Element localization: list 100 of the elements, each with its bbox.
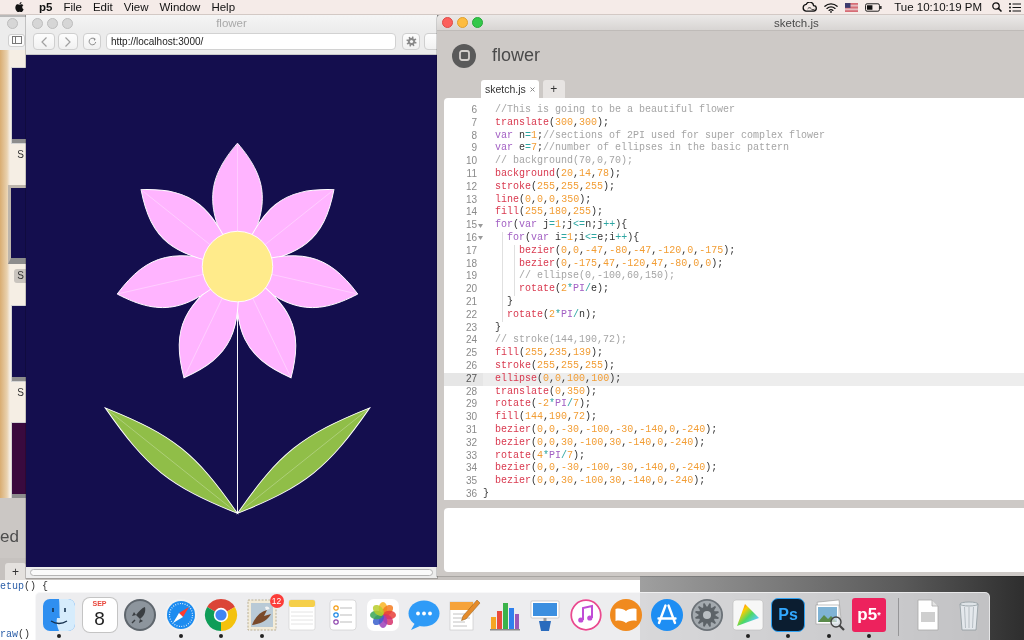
pen-and-paper-icon <box>447 598 481 632</box>
speech-bubble-icon <box>406 598 441 632</box>
code-line: fill(144,190,72); <box>494 411 598 424</box>
sketch-title: ed <box>0 527 19 547</box>
project-title: flower <box>492 45 540 66</box>
menu-item[interactable]: View <box>123 0 149 14</box>
minimize-button[interactable] <box>457 17 468 28</box>
code-line: for(var i=1;i<=e;i++){ <box>483 231 640 245</box>
dock-app-button[interactable] <box>690 598 724 632</box>
thumbnail[interactable] <box>12 68 26 143</box>
dock-app-button[interactable] <box>204 598 238 632</box>
code-line: fill(255,235,139); <box>494 347 604 360</box>
line-number: 7 <box>470 116 478 130</box>
fold-caret-icon[interactable] <box>478 236 483 241</box>
segmented-circle-icon <box>204 598 238 632</box>
code-line: } <box>483 295 513 309</box>
line-number: 22 <box>464 308 478 322</box>
back-button[interactable] <box>33 33 55 50</box>
thumbnail[interactable] <box>8 185 26 264</box>
line-number: 26 <box>464 359 478 373</box>
music-note-icon <box>568 598 603 632</box>
close-icon[interactable] <box>529 86 535 92</box>
line-number: 14 <box>464 206 478 220</box>
prism-icon <box>730 598 765 632</box>
apple-icon[interactable] <box>14 1 24 13</box>
notification-badge: 12 <box>269 594 284 608</box>
code-line: bezier(0,0,-30,-100,-30,-140,0,-240); <box>494 423 718 437</box>
window-title: flower <box>216 17 247 29</box>
close-button[interactable] <box>442 17 453 28</box>
line-number: 31 <box>464 423 478 437</box>
forward-button[interactable] <box>58 33 78 50</box>
code-line: etup() { <box>0 582 49 592</box>
dock-app-button[interactable] <box>244 598 279 632</box>
add-tab-button[interactable]: + <box>5 563 26 580</box>
code-line: rotate(2*PI/n); <box>483 308 598 322</box>
line-number: 34 <box>464 462 478 476</box>
add-tab-button[interactable]: + <box>542 80 565 98</box>
menu-item[interactable]: Edit <box>92 0 113 14</box>
tab[interactable]: sketch.js <box>481 80 539 98</box>
chevron-right-icon <box>65 36 71 47</box>
reload-button[interactable] <box>83 33 101 50</box>
line-number: 24 <box>464 334 478 348</box>
stop-button[interactable] <box>452 43 476 68</box>
menu-item[interactable]: Help <box>211 0 236 14</box>
battery-icon[interactable] <box>865 2 883 12</box>
fold-caret-icon[interactable] <box>478 223 483 228</box>
line-number: 10 <box>464 155 478 168</box>
code-line: stroke(255,255,255); <box>494 359 616 373</box>
code-line: rotate(2*PI/e); <box>483 283 610 296</box>
code-line: } <box>494 321 501 334</box>
dock-app-button[interactable]: Ps <box>771 598 805 632</box>
code-line: stroke(255,255,255); <box>494 180 616 194</box>
thumbnail[interactable] <box>12 306 26 381</box>
menu-item[interactable]: Window <box>159 0 201 14</box>
settings-button[interactable] <box>402 33 420 50</box>
code-line: var e=7;//number of ellipses in the basic pattern <box>494 142 790 155</box>
dock-app-button[interactable] <box>123 598 157 632</box>
dock-app-button[interactable]: p5$^{*}$ <box>852 598 886 632</box>
dock-app-button[interactable] <box>42 598 76 632</box>
line-number: 17 <box>464 244 478 258</box>
search-icon[interactable] <box>992 2 1002 12</box>
code-line: translate(0,350); <box>494 385 598 398</box>
list-icon[interactable] <box>1009 2 1021 12</box>
rocket-icon <box>123 598 157 632</box>
line-number: 29 <box>464 398 478 412</box>
line-number: 8 <box>470 129 478 143</box>
code-line: rotate(-2*PI/7); <box>494 398 592 411</box>
dock-app-button[interactable] <box>528 598 562 632</box>
line-number: 36 <box>464 487 478 500</box>
line-number: 12 <box>464 180 478 194</box>
cloud-icon[interactable] <box>802 2 818 12</box>
gear-icon <box>405 36 417 47</box>
wifi-icon[interactable] <box>824 1 839 13</box>
line-number: 32 <box>464 436 478 450</box>
scrollbar-thumb[interactable] <box>30 569 433 576</box>
sidebar-icon <box>11 36 22 45</box>
flag-icon[interactable] <box>845 2 859 12</box>
menu-clock[interactable]: Tue 10:10:19 PM <box>894 0 982 14</box>
line-number: 15 <box>464 219 477 232</box>
dock-app-button[interactable] <box>568 598 603 632</box>
url-field[interactable]: http://localhost:3000/ <box>106 33 396 50</box>
code-line: var n=1;//sections of 2PI used for super complex flower <box>494 129 826 142</box>
code-line: bezier(0,0,30,-100,30,-140,0,-240); <box>494 436 706 450</box>
thumbnail[interactable] <box>12 423 26 498</box>
podium-icon <box>528 598 562 632</box>
line-number: 28 <box>464 385 478 399</box>
code-line: // ellipse(0,-100,60,150); <box>483 270 676 284</box>
code-line: for(var j=1;j<=n;j++){ <box>494 219 628 232</box>
code-line: // stroke(144,190,72); <box>494 334 628 347</box>
app-menu[interactable]: p5 <box>39 0 53 14</box>
line-number: 23 <box>464 321 478 335</box>
sidebar-button[interactable] <box>8 33 25 47</box>
thumbnail-label: S <box>16 148 25 162</box>
dock-app-button[interactable] <box>366 598 400 632</box>
menu-item[interactable]: File <box>63 0 82 14</box>
code-line: rotate(4*PI/7); <box>494 449 586 462</box>
zoom-button[interactable] <box>472 17 483 28</box>
pinwheel-icon <box>366 598 400 632</box>
thumbnail-label: S <box>14 269 26 283</box>
line-number: 35 <box>464 475 478 488</box>
